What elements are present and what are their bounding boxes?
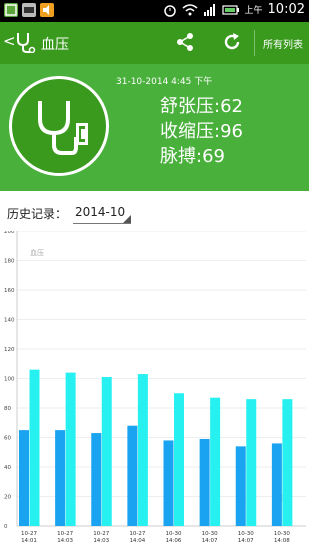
all-list-button[interactable]: 所有列表 (263, 36, 303, 51)
month-value: 2014-10 (75, 205, 126, 219)
bar (127, 425, 138, 526)
x-tick-label: 10-27 (129, 531, 145, 537)
bar (65, 372, 76, 526)
y-tick-label: 120 (4, 347, 15, 353)
bar (282, 399, 293, 526)
refresh-icon[interactable] (222, 32, 242, 52)
month-selector[interactable]: 2014-10 (73, 203, 131, 224)
blood-pressure-chart: 020406080100120140160180200血压时间10-2714:0… (4, 231, 306, 544)
x-tick-label: 14:08 (274, 538, 290, 544)
bar (137, 374, 148, 526)
status-bar: 上午 10:02 (0, 0, 309, 22)
stethoscope-badge (9, 76, 109, 176)
measurement-timestamp: 31-10-2014 4:45 下午 (116, 77, 213, 87)
battery-icon (221, 4, 239, 15)
share-icon[interactable] (175, 32, 195, 52)
ampm-label: 上午 (244, 6, 263, 16)
action-bar-divider (254, 30, 255, 56)
bar (91, 433, 102, 526)
bar (163, 440, 174, 526)
bar (19, 430, 29, 526)
x-tick-label: 10-30 (238, 531, 254, 537)
y-tick-label: 140 (4, 318, 15, 324)
y-tick-label: 200 (4, 231, 15, 235)
x-tick-label: 14:07 (238, 538, 254, 544)
sound-icon (40, 3, 54, 17)
y-tick-label: 160 (4, 288, 15, 294)
x-tick-label: 10-27 (21, 531, 37, 537)
bar (199, 438, 210, 526)
bar (29, 369, 40, 526)
x-tick-label: 14:07 (202, 538, 218, 544)
x-tick-label: 14:04 (129, 538, 145, 544)
diastolic-value: 舒张压:62 (160, 96, 243, 117)
bar (210, 397, 221, 526)
dropdown-arrow-icon (123, 215, 131, 223)
page-title: 血压 (41, 37, 69, 53)
y-tick-label: 0 (4, 524, 8, 530)
y-tick-label: 180 (4, 259, 15, 265)
clock: 10:02 (267, 2, 305, 17)
x-tick-label: 10-27 (93, 531, 109, 537)
bar (235, 446, 246, 526)
stethoscope-icon (38, 101, 88, 155)
bar (271, 443, 282, 526)
alarm-icon (163, 4, 176, 17)
bar (55, 430, 66, 526)
x-tick-label: 14:06 (166, 538, 182, 544)
history-label: 历史记录： (7, 207, 68, 221)
bar (246, 399, 257, 526)
x-tick-label: 10-30 (274, 531, 290, 537)
latest-reading-panel: 31-10-2014 4:45 下午 舒张压:62 收缩压:96 脉搏:69 (0, 64, 309, 191)
y-tick-label: 60 (4, 436, 11, 442)
wifi-icon (182, 3, 198, 15)
y-tick-label: 20 (4, 495, 11, 501)
signal-icon (203, 3, 215, 16)
x-tick-label: 10-30 (166, 531, 182, 537)
x-tick-label: 14:01 (21, 538, 37, 544)
stethoscope-icon[interactable] (14, 31, 36, 53)
notification-icon (4, 3, 18, 17)
keyboard-icon (22, 3, 36, 17)
systolic-value: 收缩压:96 (160, 121, 243, 142)
chart-legend: 血压 (30, 248, 44, 257)
y-tick-label: 40 (4, 465, 11, 471)
history-bar: 历史记录： 2014-10 (0, 191, 309, 231)
y-tick-label: 80 (4, 406, 11, 412)
action-bar: < 血压 所有列表 (0, 22, 309, 64)
bar (174, 393, 184, 526)
x-tick-label: 10-27 (57, 531, 73, 537)
x-tick-label: 14:03 (57, 538, 73, 544)
x-tick-label: 10-30 (202, 531, 218, 537)
x-tick-label: 14:03 (93, 538, 109, 544)
pulse-value: 脉搏:69 (160, 146, 225, 167)
y-tick-label: 100 (4, 377, 15, 383)
bar (101, 377, 112, 526)
